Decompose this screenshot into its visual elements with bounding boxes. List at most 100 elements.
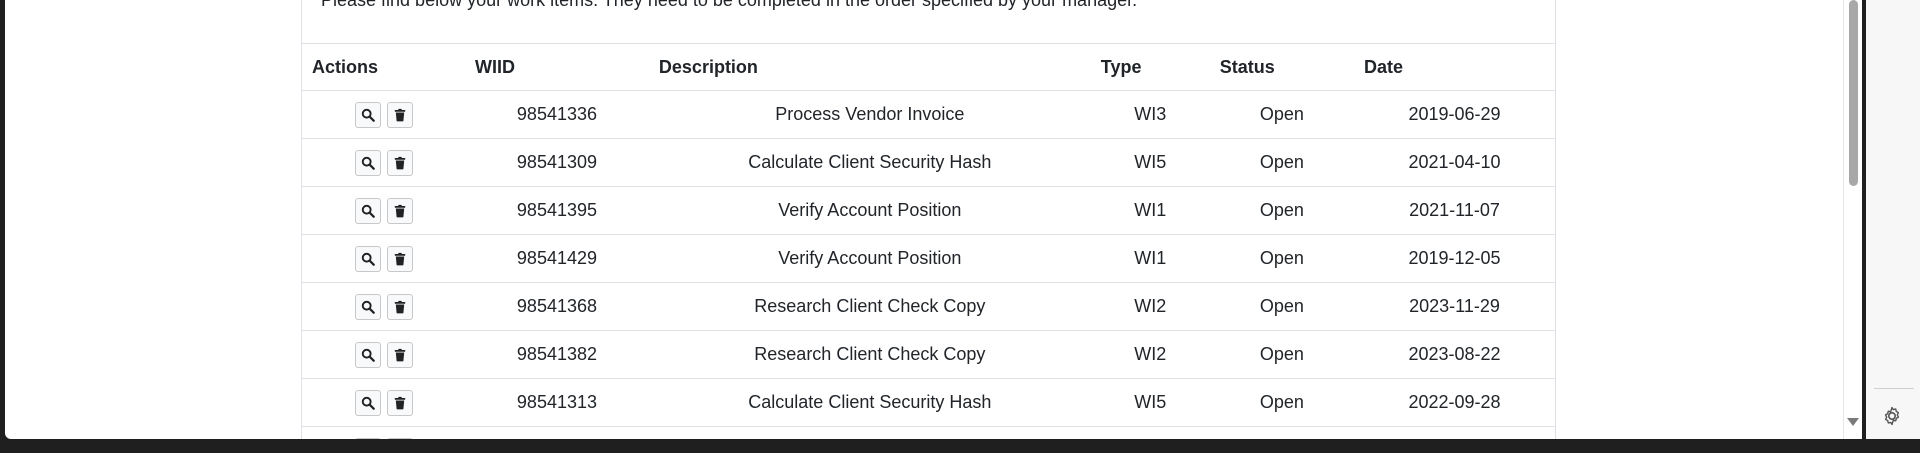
gear-icon[interactable] [1880,404,1904,428]
table-row [302,426,1555,439]
cell-description: Research Client Check Copy [648,282,1091,331]
header-wiid: WIID [465,43,649,91]
vertical-scrollbar[interactable] [1843,0,1862,439]
view-button[interactable] [354,293,381,320]
view-button[interactable] [354,245,381,272]
window-bottom-edge [0,439,1920,453]
header-status: Status [1209,43,1354,91]
header-date: Date [1353,43,1555,91]
view-button[interactable] [354,389,381,416]
delete-button[interactable] [386,197,413,224]
row-actions [302,282,466,331]
work-items-panel: Please find below your work items. They … [301,0,1556,439]
cell-status: Open [1209,282,1354,331]
cell-description: Verify Account Position [648,234,1091,283]
header-row: Actions WIID Description Type Status Dat… [302,43,1555,91]
cell-status: Open [1209,330,1354,379]
cell-description: Calculate Client Security Hash [648,138,1091,187]
browser-sidebar [1866,0,1920,439]
search-icon [361,396,375,410]
trash-icon [393,108,407,122]
search-icon [361,252,375,266]
cell-type: WI5 [1090,138,1210,187]
row-actions [302,186,466,235]
cell-status: Open [1209,186,1354,235]
cell-date [1353,426,1555,439]
delete-button[interactable] [386,149,413,176]
work-items-table: Actions WIID Description Type Status Dat… [302,43,1555,439]
cell-wiid: 98541313 [465,378,649,427]
cell-status: Open [1209,90,1354,139]
intro-text: Please find below your work items. They … [321,0,1138,10]
cell-type: WI2 [1090,330,1210,379]
header-description: Description [648,43,1091,91]
table-row: 98541313 Calculate Client Security Hash WI… [302,378,1555,427]
cell-type: WI1 [1090,186,1210,235]
cell-type [1090,426,1210,439]
scrollbar-thumb[interactable] [1849,0,1858,186]
search-icon [361,204,375,218]
row-actions [302,138,466,187]
cell-wiid: 98541395 [465,186,649,235]
browser-viewport: Please find below your work items. They … [5,0,1848,439]
cell-type: WI2 [1090,282,1210,331]
view-button[interactable] [354,101,381,128]
delete-button[interactable] [386,101,413,128]
delete-button[interactable] [386,389,413,416]
trash-icon [393,348,407,362]
cell-status: Open [1209,138,1354,187]
delete-button[interactable] [386,293,413,320]
table-body: 98541336 Process Vendor Invoice WI3 Open 201… [302,90,1555,439]
cell-type: WI1 [1090,234,1210,283]
cell-status: Open [1209,378,1354,427]
header-actions: Actions [302,43,466,91]
table-row: 98541368 Research Client Check Copy WI2 Ope… [302,282,1555,331]
cell-status [1209,426,1354,439]
cell-type: WI5 [1090,378,1210,427]
header-type: Type [1090,43,1210,91]
cell-date: 2021-04-10 [1353,138,1555,187]
cell-wiid [465,426,649,439]
search-icon [361,156,375,170]
cell-description [648,426,1091,439]
delete-button[interactable] [386,341,413,368]
cell-description: Verify Account Position [648,186,1091,235]
sidebar-divider [1874,388,1914,389]
cell-wiid: 98541336 [465,90,649,139]
trash-icon [393,252,407,266]
search-icon [361,348,375,362]
view-button[interactable] [354,149,381,176]
table-row: 98541336 Process Vendor Invoice WI3 Open 201… [302,90,1555,139]
view-button[interactable] [354,197,381,224]
row-actions [302,234,466,283]
trash-icon [393,396,407,410]
cell-wiid: 98541382 [465,330,649,379]
row-actions [302,90,466,139]
row-actions [302,330,466,379]
search-icon [361,108,375,122]
cell-wiid: 98541368 [465,282,649,331]
scroll-down-arrow-icon[interactable] [1847,418,1859,426]
search-icon [361,300,375,314]
cell-wiid: 98541429 [465,234,649,283]
cell-date: 2023-08-22 [1353,330,1555,379]
cell-date: 2022-09-28 [1353,378,1555,427]
trash-icon [393,300,407,314]
view-button[interactable] [354,341,381,368]
cell-description: Calculate Client Security Hash [648,378,1091,427]
table-row: 98541382 Research Client Check Copy WI2 Ope… [302,330,1555,379]
cell-date: 2019-12-05 [1353,234,1555,283]
cell-description: Process Vendor Invoice [648,90,1091,139]
cell-wiid: 98541309 [465,138,649,187]
table-row: 98541309 Calculate Client Security Hash WI… [302,138,1555,187]
cell-status: Open [1209,234,1354,283]
cell-description: Research Client Check Copy [648,330,1091,379]
row-actions [302,426,466,439]
table-row: 98541395 Verify Account Position WI1 Open 20… [302,186,1555,235]
delete-button[interactable] [386,245,413,272]
cell-date: 2019-06-29 [1353,90,1555,139]
table-row: 98541429 Verify Account Position WI1 Open 20… [302,234,1555,283]
cell-date: 2023-11-29 [1353,282,1555,331]
trash-icon [393,156,407,170]
cell-type: WI3 [1090,90,1210,139]
